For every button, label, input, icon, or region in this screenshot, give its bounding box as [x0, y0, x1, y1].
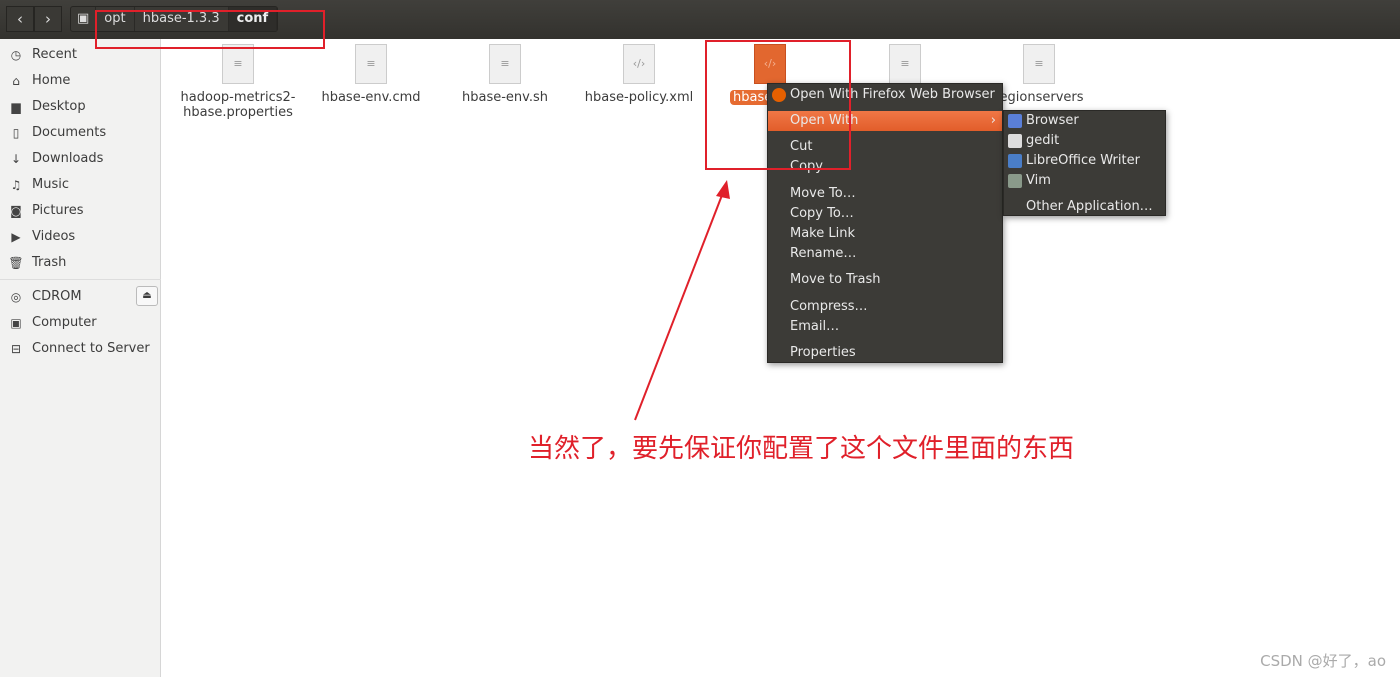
annotation-text: 当然了，要先保证你配置了这个文件里面的东西 — [528, 434, 1075, 464]
watermark: CSDN @好了，ao — [1260, 652, 1386, 670]
annotation-arrow — [634, 180, 730, 421]
